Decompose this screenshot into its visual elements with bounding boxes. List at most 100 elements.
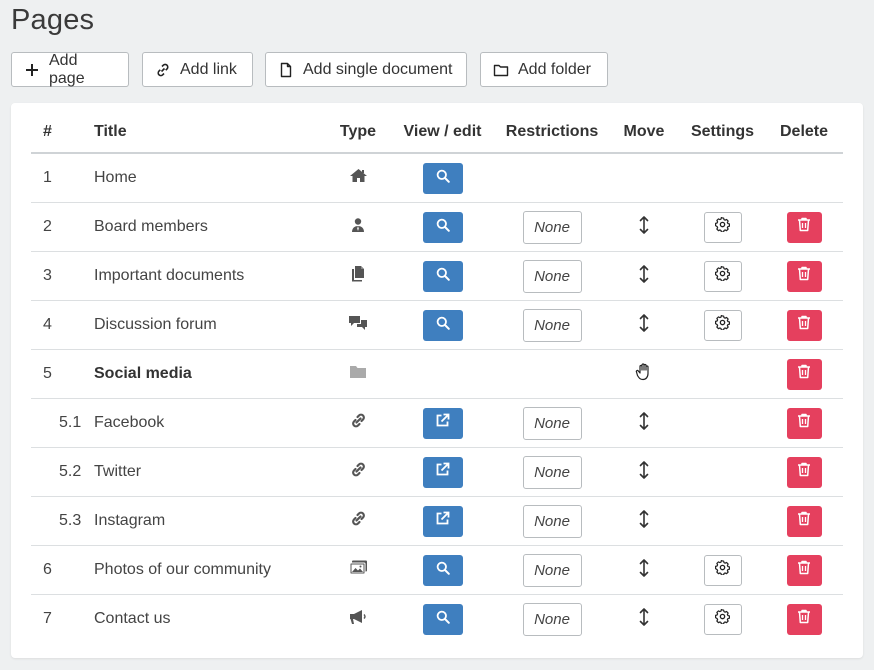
megaphone-icon	[349, 609, 368, 630]
delete-button[interactable]	[786, 358, 822, 390]
trash-icon	[797, 511, 811, 531]
move-cell	[608, 398, 680, 448]
settings-button[interactable]	[703, 211, 742, 243]
table-row: 4 Discussion forum None	[31, 300, 843, 350]
delete-button[interactable]	[786, 554, 822, 586]
add-single-document-button[interactable]: Add single document	[265, 52, 467, 87]
settings-button[interactable]	[703, 260, 742, 292]
table-row: 7 Contact us None	[31, 595, 843, 644]
delete-button[interactable]	[786, 309, 822, 341]
header-type: Type	[327, 111, 389, 154]
trash-icon	[797, 462, 811, 482]
move-cell	[608, 251, 680, 301]
add-folder-button[interactable]: Add folder	[480, 52, 608, 87]
move-vertical-icon[interactable]	[639, 264, 649, 288]
restrictions-button[interactable]: None	[522, 308, 582, 342]
table-row: 2 Board members None	[31, 202, 843, 252]
row-title: Facebook	[94, 398, 327, 448]
move-cell	[608, 447, 680, 497]
row-number: 2	[31, 202, 94, 252]
type-cell	[327, 349, 389, 399]
plus-icon	[26, 63, 38, 76]
move-vertical-icon[interactable]	[639, 509, 649, 533]
row-title: Discussion forum	[94, 300, 327, 350]
documents-icon	[350, 265, 366, 287]
restrictions-button[interactable]: None	[522, 210, 582, 244]
search-icon	[436, 610, 450, 629]
search-icon	[436, 561, 450, 580]
header-num: #	[31, 111, 94, 154]
row-title: Home	[94, 153, 327, 203]
header-title: Title	[94, 111, 327, 154]
external-link-icon	[435, 511, 450, 531]
settings-button[interactable]	[703, 309, 742, 341]
settings-cell	[680, 202, 765, 252]
table-row: 3 Important documents None	[31, 251, 843, 301]
delete-button[interactable]	[786, 505, 822, 537]
move-vertical-icon[interactable]	[639, 460, 649, 484]
add-page-label: Add page	[49, 51, 85, 87]
type-cell	[327, 496, 389, 546]
move-cell	[608, 496, 680, 546]
table-row: 5.3 Instagram None	[31, 496, 843, 546]
view-button[interactable]	[422, 260, 463, 292]
view-button[interactable]	[422, 211, 463, 243]
row-number: 1	[31, 153, 94, 203]
restrictions-button[interactable]: None	[522, 602, 582, 636]
move-cell	[608, 595, 680, 644]
link-icon	[157, 63, 169, 76]
type-cell	[327, 300, 389, 350]
move-cell	[608, 349, 680, 399]
restrictions-button[interactable]: None	[522, 455, 582, 489]
settings-cell	[680, 398, 765, 448]
row-title: Social media	[94, 349, 327, 399]
link-icon	[350, 461, 367, 483]
delete-button[interactable]	[786, 211, 822, 243]
settings-button[interactable]	[703, 554, 742, 586]
grab-hand-icon[interactable]	[635, 362, 653, 386]
table-body: 1 Home 2 Board members None 3 Important docume…	[31, 153, 843, 643]
view-edit-cell	[389, 447, 496, 497]
delete-button[interactable]	[786, 260, 822, 292]
restrictions-button[interactable]: None	[522, 504, 582, 538]
pages-table: # Title Type View / edit Restrictions Mo…	[31, 111, 843, 643]
open-link-button[interactable]	[422, 456, 463, 488]
restrictions-button[interactable]: None	[522, 259, 582, 293]
delete-button[interactable]	[786, 407, 822, 439]
delete-cell	[765, 447, 843, 497]
open-link-button[interactable]	[422, 407, 463, 439]
move-vertical-icon[interactable]	[639, 558, 649, 582]
add-link-button[interactable]: Add link	[142, 52, 253, 87]
delete-button[interactable]	[786, 603, 822, 635]
delete-cell	[765, 251, 843, 301]
add-page-button[interactable]: Add page	[11, 52, 129, 87]
table-header-row: # Title Type View / edit Restrictions Mo…	[31, 111, 843, 154]
image-icon	[349, 560, 368, 580]
trash-icon	[797, 315, 811, 335]
settings-cell	[680, 349, 765, 399]
move-vertical-icon[interactable]	[639, 607, 649, 631]
gear-icon	[714, 265, 731, 286]
type-cell	[327, 545, 389, 595]
restrictions-button[interactable]: None	[522, 553, 582, 587]
row-number: 5.1	[31, 398, 94, 448]
view-button[interactable]	[422, 162, 463, 194]
view-button[interactable]	[422, 309, 463, 341]
move-vertical-icon[interactable]	[639, 313, 649, 337]
move-vertical-icon[interactable]	[639, 411, 649, 435]
move-vertical-icon[interactable]	[639, 215, 649, 239]
restrictions-cell: None	[496, 447, 608, 497]
search-icon	[436, 316, 450, 335]
settings-button[interactable]	[703, 603, 742, 635]
add-single-document-label: Add single document	[303, 60, 453, 78]
gear-icon	[714, 559, 731, 580]
restrictions-button[interactable]: None	[522, 406, 582, 440]
search-icon	[436, 218, 450, 237]
delete-button[interactable]	[786, 456, 822, 488]
pages-card: # Title Type View / edit Restrictions Mo…	[11, 103, 863, 658]
row-title: Important documents	[94, 251, 327, 301]
settings-cell	[680, 447, 765, 497]
open-link-button[interactable]	[422, 505, 463, 537]
view-button[interactable]	[422, 603, 463, 635]
view-button[interactable]	[422, 554, 463, 586]
